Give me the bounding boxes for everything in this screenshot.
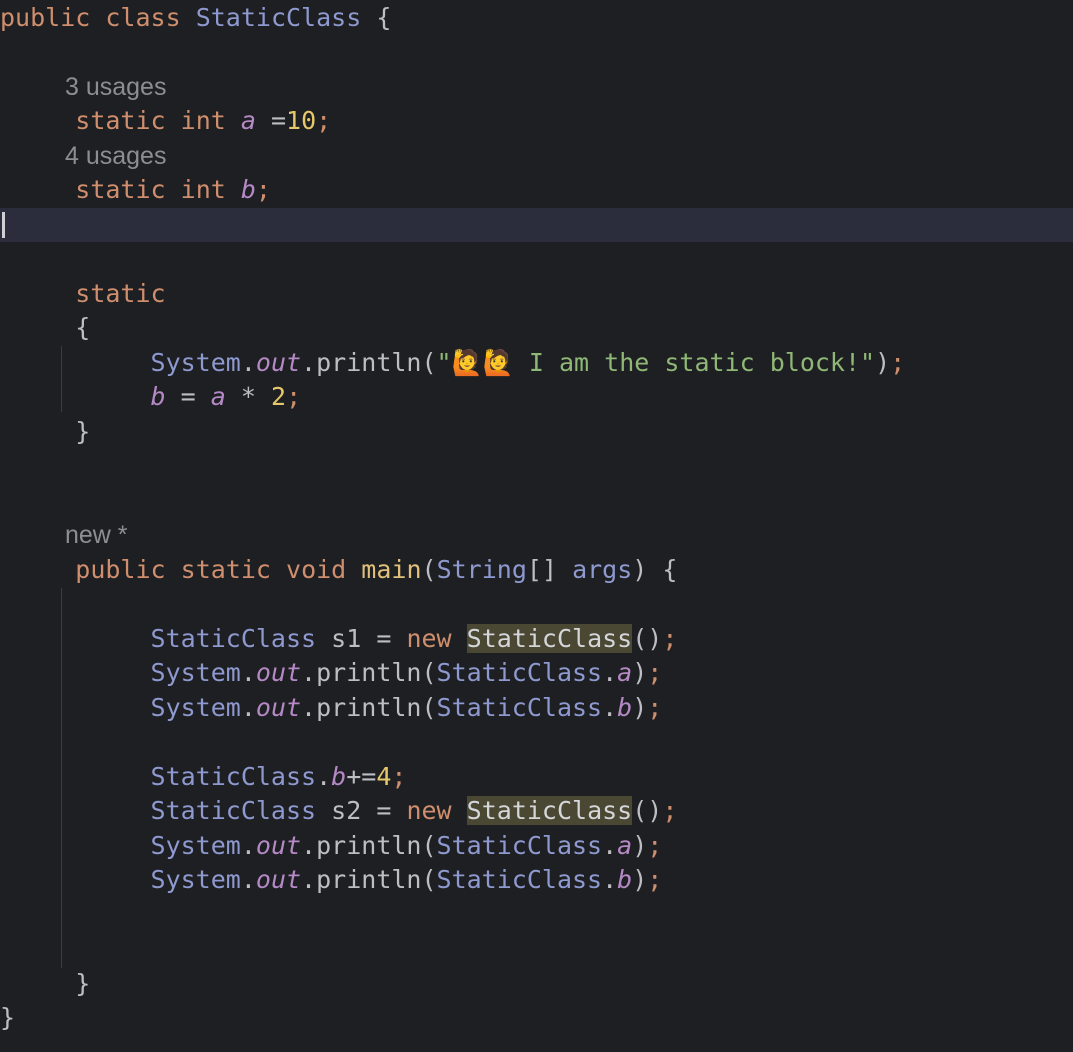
keyword-class: class (105, 3, 181, 32)
method-main: main (361, 555, 422, 584)
code-line-main-method[interactable]: public static void main(String[] args) { (0, 553, 677, 587)
code-line-println-a[interactable]: System.out.println(StaticClass.a); (0, 656, 663, 690)
code-line-println-b[interactable]: System.out.println(StaticClass.b); (0, 691, 663, 725)
code-line-field-b[interactable]: static int b; (0, 173, 271, 207)
code-line-increment-b[interactable]: StaticClass.b+=4; (0, 760, 407, 794)
code-line-static-block[interactable]: static (0, 277, 165, 311)
code-line-field-a[interactable]: static int a =10; (0, 104, 331, 138)
code-line-new-s1[interactable]: StaticClass s1 = new StaticClass(); (0, 622, 677, 656)
field-a: a (240, 106, 256, 135)
code-line-new-s2[interactable]: StaticClass s2 = new StaticClass(); (0, 794, 677, 828)
code-line-println-static[interactable]: System.out.println("🙋🙋 I am the static b… (0, 346, 906, 380)
usage-highlight: StaticClass (466, 624, 633, 653)
code-line-println-a-2[interactable]: System.out.println(StaticClass.a); (0, 829, 663, 863)
usages-hint-b[interactable]: 4 usages (65, 139, 166, 173)
field-b: b (240, 175, 256, 204)
usage-highlight: StaticClass (466, 796, 633, 825)
keyword-public: public (0, 3, 91, 32)
code-line-assign-b[interactable]: b = a * 2; (0, 380, 302, 414)
code-line-println-b-2[interactable]: System.out.println(StaticClass.b); (0, 863, 663, 897)
text-caret (2, 212, 5, 238)
class-name: StaticClass (195, 3, 362, 32)
author-hint-main[interactable]: new * (65, 518, 128, 552)
code-line-close-class[interactable]: } (0, 1001, 15, 1035)
code-editor[interactable]: public class StaticClass { 3 usages stat… (0, 0, 1073, 1052)
usages-hint-a[interactable]: 3 usages (65, 70, 166, 104)
current-line-highlight (0, 208, 1073, 242)
code-line-open-brace[interactable]: { (0, 311, 90, 345)
code-line-class-declaration[interactable]: public class StaticClass { (0, 1, 391, 35)
code-line-close-main[interactable]: } (0, 967, 90, 1001)
string-literal: "🙋🙋 I am the static block!" (436, 348, 876, 377)
code-line-close-brace[interactable]: } (0, 415, 90, 449)
